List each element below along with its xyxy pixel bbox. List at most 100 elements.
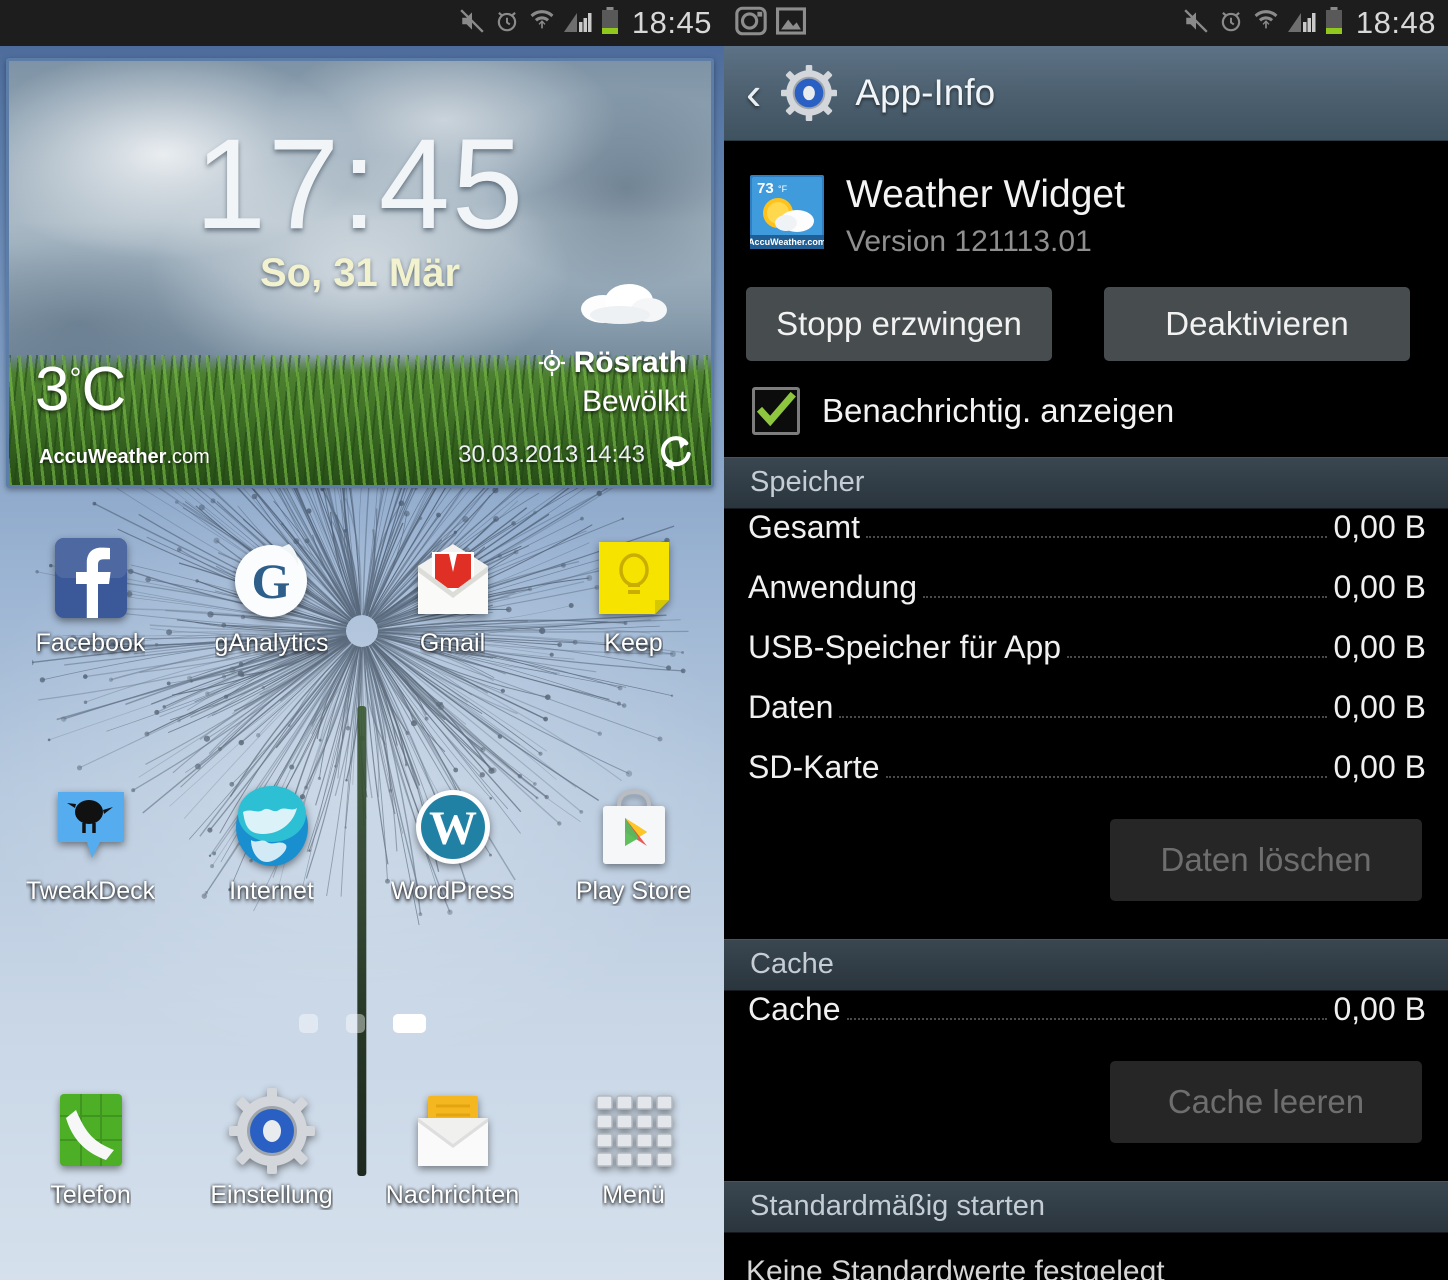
widget-temperature: 3°C [35,354,126,425]
app-label: Telefon [50,1181,131,1209]
app-facebook[interactable]: Facebook [6,536,176,658]
app-keep[interactable]: Keep [549,536,719,658]
row-value: 0,00 B [1333,628,1426,665]
tweakdeck-icon [48,784,134,870]
app-label: Nachrichten [385,1181,520,1209]
leader-dots [885,775,1328,778]
page-dot-1[interactable] [298,1014,318,1033]
force-stop-button[interactable]: Stopp erzwingen [746,286,1052,361]
battery-icon [601,6,619,40]
play-store-icon [591,784,677,870]
app-row-1: Facebook G gAnalytics Gmail Keep [0,536,724,658]
widget-condition: Bewölkt [581,385,687,418]
app-einstellung[interactable]: Einstellung [187,1088,357,1210]
storage-section-header: Speicher [724,456,1448,509]
app-ganalytics[interactable]: G gAnalytics [187,536,357,658]
refresh-icon[interactable] [657,433,695,475]
temp-unit: C [81,355,127,424]
signal-icon [563,8,592,39]
app-label: Facebook [35,629,146,657]
accuweather-brand: AccuWeather.com [39,446,210,469]
wifi-icon [1253,7,1279,39]
mute-icon [1183,8,1209,39]
app-gmail[interactable]: Gmail [368,536,538,658]
cloud-icon [581,284,667,324]
app-row-2: TweakDeck Internet W WordPress Play Stor… [0,784,724,906]
svg-text:°F: °F [778,184,788,194]
messages-envelope-icon [410,1088,496,1174]
image-icon [774,4,808,43]
screenshot-camera-icon [734,4,768,43]
disable-button[interactable]: Deaktivieren [1104,286,1410,361]
page-dot-2[interactable] [345,1014,365,1033]
app-label: TweakDeck [25,877,156,905]
internet-globe-icon [229,784,315,870]
storage-row-data: Daten 0,00 B [724,689,1448,749]
page-dot-3-active[interactable] [392,1014,426,1033]
location-crosshair-icon [538,350,565,376]
defaults-note: Keine Standardwerte festgelegt [746,1254,1165,1280]
app-info-screen: ‹ App-Info 73 °F AccuWeather.com Weather… [724,46,1448,1280]
app-label: WordPress [390,877,515,905]
app-label: Keep [604,629,663,657]
temp-degree: ° [69,362,82,396]
row-label: Daten [748,688,834,725]
cache-section-header: Cache [724,938,1448,991]
row-label: SD-Karte [748,748,880,785]
app-label: Play Store [575,877,692,905]
right-status-bar: 18:48 [724,0,1448,46]
app-label: Gmail [419,629,486,657]
app-tweakdeck[interactable]: TweakDeck [6,784,176,906]
app-version: Version 121113.01 [846,224,1092,258]
storage-row-usb: USB-Speicher für App 0,00 B [724,629,1448,689]
row-label: Anwendung [748,568,918,605]
temp-value: 3 [35,355,70,424]
wordpress-icon: W [410,784,496,870]
app-nachrichten[interactable]: Nachrichten [368,1088,538,1210]
icon-temp: 73 [757,180,774,197]
app-wordpress[interactable]: W WordPress [368,784,538,906]
right-status-clock: 18:48 [1355,5,1436,40]
weather-clock-widget[interactable]: 17:45 So, 31 Mär 3°C AccuWeather.com Rös… [6,58,714,488]
svg-text:W: W [429,802,477,855]
app-label: gAnalytics [214,629,329,657]
app-play-store[interactable]: Play Store [549,784,719,906]
row-value: 0,00 B [1333,688,1426,725]
page-title: App-Info [855,72,996,113]
app-internet[interactable]: Internet [187,784,357,906]
alarm-icon [494,8,520,39]
brand-suffix: .com [166,446,210,468]
back-chevron-icon[interactable]: ‹ [746,70,761,116]
app-name: Weather Widget [846,173,1125,216]
checkmark-icon [756,391,796,427]
row-label: Cache [748,990,841,1027]
leader-dots [923,595,1328,598]
leader-dots [866,535,1328,538]
row-label: Gesamt [748,508,861,545]
left-phone-home-screen: 18:45 17:45 So, 31 Mär 3°C AccuWeather.c… [0,0,724,1280]
keep-icon [591,536,677,622]
city-name: Rösrath [573,346,687,379]
leader-dots [846,1017,1328,1020]
app-menu-drawer[interactable]: Menü [549,1088,719,1210]
notification-checkbox[interactable] [752,386,800,435]
app-identity-block: 73 °F AccuWeather.com Weather Widget Ver… [724,141,1448,259]
storage-row-sdcard: SD-Karte 0,00 B [724,749,1448,809]
dual-screenshot: 18:45 17:45 So, 31 Mär 3°C AccuWeather.c… [0,0,1448,1280]
leader-dots [1067,655,1328,658]
show-notifications-toggle[interactable]: Benachrichtig. anzeigen [724,361,1448,435]
row-value: 0,00 B [1333,568,1426,605]
app-label: Menü [602,1181,665,1209]
clear-data-button[interactable]: Daten löschen [1110,818,1422,901]
clear-cache-button[interactable]: Cache leeren [1110,1060,1422,1143]
svg-text:G: G [251,553,290,609]
settings-gear-icon [228,1088,315,1174]
dock-row: Telefon Einstellung Nachrichten Menü [0,1088,724,1210]
app-action-buttons: Stopp erzwingen Deaktivieren [724,259,1448,361]
alarm-icon [1218,8,1244,39]
row-value: 0,00 B [1333,748,1426,785]
app-info-header: ‹ App-Info [724,46,1448,141]
app-telefon[interactable]: Telefon [6,1088,176,1210]
battery-icon [1325,6,1343,40]
facebook-icon [48,536,134,622]
